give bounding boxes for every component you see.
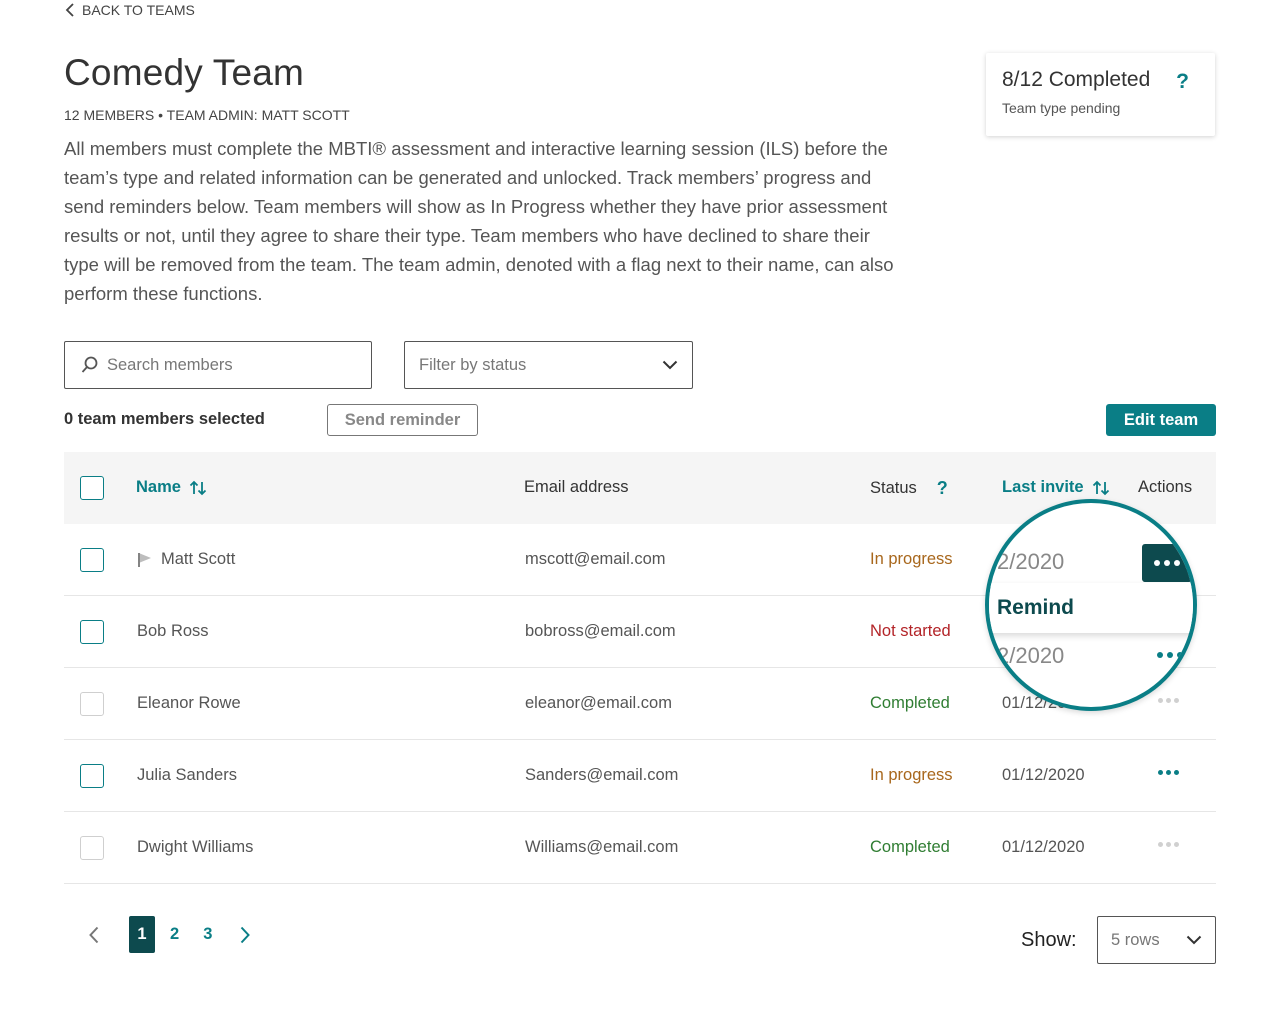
page-title: Comedy Team bbox=[64, 52, 305, 93]
member-name: Dwight Williams bbox=[137, 838, 254, 856]
admin-flag-icon bbox=[138, 552, 151, 567]
member-name: Julia Sanders bbox=[137, 766, 237, 784]
magnified-date: 2/2020 bbox=[997, 643, 1065, 668]
filter-placeholder: Filter by status bbox=[419, 355, 527, 374]
row-actions-dropdown: Remind bbox=[989, 583, 1193, 633]
member-name: Matt Scott bbox=[161, 550, 236, 568]
select-all-checkbox[interactable] bbox=[80, 476, 104, 500]
member-status: In progress bbox=[870, 550, 953, 568]
sort-icon bbox=[189, 480, 207, 495]
last-invite-date: 01/12/2020 bbox=[1002, 766, 1085, 784]
page-1-button[interactable]: 1 bbox=[129, 916, 155, 953]
page-3-button[interactable]: 3 bbox=[203, 925, 212, 944]
chevron-down-icon bbox=[662, 360, 678, 370]
member-email: Sanders@email.com bbox=[525, 766, 679, 784]
member-email: mscott@email.com bbox=[525, 550, 666, 568]
rows-per-page-select[interactable]: 5 rows bbox=[1097, 916, 1216, 964]
search-input[interactable] bbox=[107, 355, 347, 375]
member-email: bobross@email.com bbox=[525, 622, 676, 640]
name-column-header[interactable]: Name bbox=[136, 478, 207, 497]
row-checkbox bbox=[80, 836, 104, 860]
team-meta: 12 MEMBERS • TEAM ADMIN: MATT SCOTT bbox=[64, 107, 350, 123]
search-icon bbox=[81, 356, 98, 373]
member-status: In progress bbox=[870, 766, 953, 784]
name-header-label: Name bbox=[136, 478, 181, 496]
member-name: Eleanor Rowe bbox=[137, 694, 241, 712]
member-email: Williams@email.com bbox=[525, 838, 679, 856]
filter-by-status-select[interactable]: Filter by status bbox=[404, 341, 693, 389]
sort-icon bbox=[1092, 480, 1109, 495]
back-to-teams-link[interactable]: BACK TO TEAMS bbox=[64, 2, 195, 18]
member-name: Bob Ross bbox=[137, 622, 209, 640]
last-invite-column-header[interactable]: Last invite bbox=[1002, 478, 1110, 497]
table-row: Julia Sanders Sanders@email.com In progr… bbox=[64, 740, 1216, 812]
row-checkbox bbox=[80, 692, 104, 716]
row-actions-menu-icon[interactable] bbox=[1157, 652, 1183, 658]
selected-count: 0 team members selected bbox=[64, 410, 265, 428]
status-header-label: Status bbox=[870, 479, 917, 497]
completion-help-icon[interactable]: ? bbox=[1176, 70, 1189, 94]
last-invite-date: 01/12/2020 bbox=[1002, 838, 1085, 856]
search-box bbox=[64, 341, 372, 389]
chevron-left-icon bbox=[65, 3, 74, 17]
member-name-cell: Matt Scott bbox=[137, 550, 235, 569]
status-column-header: Status ? bbox=[870, 478, 948, 499]
send-reminder-button[interactable]: Send reminder bbox=[327, 404, 478, 436]
show-rows-label: Show: bbox=[1021, 929, 1077, 951]
back-link-label: BACK TO TEAMS bbox=[82, 2, 195, 18]
member-status: Completed bbox=[870, 694, 950, 712]
actions-column-header: Actions bbox=[1138, 478, 1193, 496]
row-actions-menu-button-active[interactable] bbox=[1142, 544, 1192, 582]
completion-title: 8/12 Completed bbox=[1002, 68, 1151, 91]
page-2-button[interactable]: 2 bbox=[170, 925, 179, 944]
chevron-down-icon bbox=[1186, 935, 1202, 945]
member-status: Not started bbox=[870, 622, 951, 640]
next-page-button[interactable] bbox=[237, 926, 253, 944]
team-description: All members must complete the MBTI® asse… bbox=[64, 138, 894, 304]
row-actions-menu-icon[interactable] bbox=[1158, 770, 1179, 775]
status-help-icon[interactable]: ? bbox=[937, 478, 948, 499]
table-row: Dwight Williams Williams@email.com Compl… bbox=[64, 812, 1216, 884]
edit-team-button[interactable]: Edit team bbox=[1106, 404, 1216, 436]
rows-per-page-value: 5 rows bbox=[1111, 930, 1160, 949]
row-checkbox[interactable] bbox=[80, 620, 104, 644]
actions-magnifier-callout: 2/2020 Remind 2/2020 bbox=[985, 499, 1197, 711]
email-column-header: Email address bbox=[524, 478, 629, 496]
row-actions-menu-icon bbox=[1158, 698, 1179, 703]
row-checkbox[interactable] bbox=[80, 548, 104, 572]
magnified-date: 2/2020 bbox=[997, 549, 1065, 574]
prev-page-button[interactable] bbox=[86, 926, 102, 944]
row-actions-menu-icon bbox=[1158, 842, 1179, 847]
completion-subtitle: Team type pending bbox=[1002, 100, 1121, 116]
last-invite-header-label: Last invite bbox=[1002, 478, 1084, 496]
chevron-left-icon bbox=[89, 926, 99, 943]
chevron-right-icon bbox=[241, 926, 251, 943]
member-status: Completed bbox=[870, 838, 950, 856]
remind-menu-item[interactable]: Remind bbox=[997, 596, 1074, 620]
pagination: 1 2 3 bbox=[86, 916, 253, 953]
member-email: eleanor@email.com bbox=[525, 694, 672, 712]
completion-card: 8/12 Completed Team type pending ? bbox=[986, 53, 1215, 136]
row-checkbox[interactable] bbox=[80, 764, 104, 788]
